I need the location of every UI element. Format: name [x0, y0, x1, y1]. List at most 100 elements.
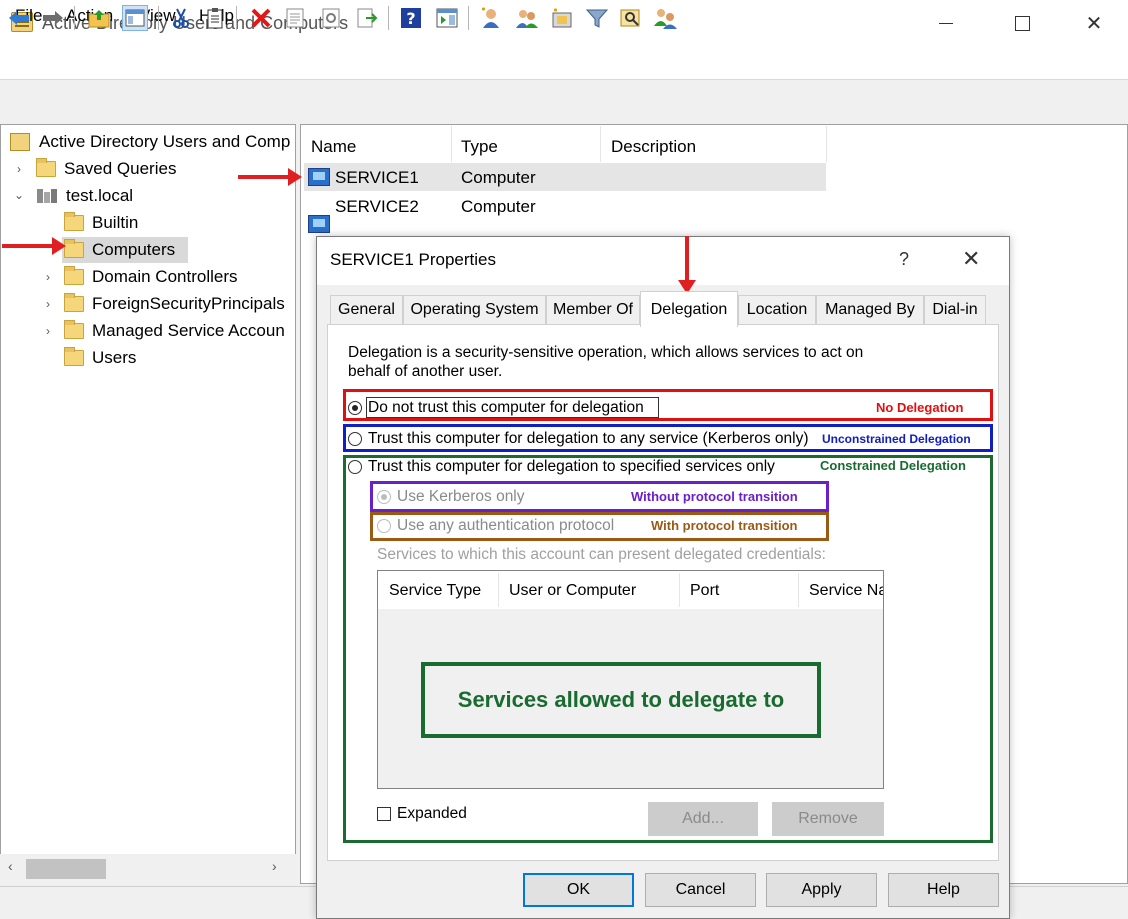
delegate-control-icon[interactable]	[652, 5, 678, 31]
column-separator[interactable]	[826, 126, 827, 162]
tree-item-users[interactable]: Users	[64, 345, 136, 371]
cut-icon[interactable]	[168, 5, 194, 31]
column-header-description[interactable]: Description	[611, 137, 696, 157]
row-name: SERVICE1	[335, 168, 419, 187]
annotation-arrow	[238, 168, 302, 186]
column-header-type[interactable]: Type	[461, 137, 498, 157]
tab-managed-by[interactable]: Managed By	[816, 295, 924, 325]
tab-general[interactable]: General	[330, 295, 403, 325]
show-action-pane-icon[interactable]	[434, 5, 460, 31]
folder-icon	[64, 239, 84, 258]
new-user-icon[interactable]	[478, 5, 504, 31]
maximize-button[interactable]	[986, 0, 1058, 46]
find-icon[interactable]	[618, 5, 644, 31]
refresh-icon[interactable]	[318, 5, 344, 31]
tree-item-label: Computers	[92, 240, 176, 259]
aduc-icon	[10, 133, 30, 151]
tab-dial-in[interactable]: Dial-in	[924, 295, 986, 325]
radio-trust-any[interactable]: Trust this computer for delegation to an…	[348, 430, 809, 448]
filter-icon[interactable]	[584, 5, 610, 31]
tree-item-builtin[interactable]: Builtin	[64, 210, 138, 236]
radio-label: Do not trust this computer for delegatio…	[368, 399, 644, 416]
row-type: Computer	[461, 197, 536, 216]
column-header-name[interactable]: Name	[311, 137, 356, 157]
toolbar-separator	[74, 6, 75, 30]
toolbar-separator	[468, 6, 469, 30]
checkbox[interactable]	[377, 807, 391, 821]
radio-button-selected[interactable]	[348, 401, 362, 415]
help-button[interactable]: Help	[888, 873, 999, 907]
column-separator[interactable]	[498, 573, 499, 607]
chevron-right-icon[interactable]: ›	[13, 162, 25, 176]
chevron-right-icon[interactable]: ›	[42, 270, 54, 284]
radio-button-disabled[interactable]	[377, 490, 391, 504]
annotation-label: With protocol transition	[651, 518, 798, 533]
folder-icon	[64, 293, 84, 312]
minimize-icon	[939, 22, 953, 24]
row-type: Computer	[461, 168, 536, 187]
scrollbar-thumb[interactable]	[26, 859, 106, 879]
column-header-port[interactable]: Port	[690, 582, 719, 600]
radio-kerberos-only[interactable]: Use Kerberos only	[377, 488, 525, 506]
radio-no-trust[interactable]: Do not trust this computer for delegatio…	[348, 399, 644, 417]
tree-item-domain-controllers[interactable]: Domain Controllers	[64, 264, 238, 290]
row-name: SERVICE2	[335, 197, 419, 216]
tree-item-managed-service-accounts[interactable]: Managed Service Accoun	[64, 318, 285, 344]
minimize-button[interactable]	[910, 0, 982, 46]
properties-icon[interactable]	[282, 5, 308, 31]
radio-button[interactable]	[348, 432, 362, 446]
tree-item-computers[interactable]: Computers	[64, 237, 175, 263]
dialog-help-button[interactable]: ?	[899, 249, 909, 270]
column-separator[interactable]	[798, 573, 799, 607]
radio-label: Trust this computer for delegation to sp…	[368, 458, 775, 475]
tab-member-of[interactable]: Member Of	[546, 295, 640, 325]
folder-icon	[36, 158, 56, 177]
ok-button[interactable]: OK	[523, 873, 634, 907]
radio-button-disabled[interactable]	[377, 519, 391, 533]
export-list-icon[interactable]	[354, 5, 380, 31]
column-separator[interactable]	[679, 573, 680, 607]
column-header-service-type[interactable]: Service Type	[389, 582, 481, 600]
back-arrow-icon[interactable]	[6, 5, 32, 31]
tree-item-saved-queries[interactable]: Saved Queries	[36, 156, 176, 182]
show-console-tree-icon[interactable]	[122, 5, 148, 31]
radio-trust-specified[interactable]: Trust this computer for delegation to sp…	[348, 458, 775, 476]
new-ou-icon[interactable]	[550, 5, 576, 31]
column-header-service-name[interactable]: Service Na	[809, 582, 883, 600]
column-header-user-or-computer[interactable]: User or Computer	[509, 582, 636, 600]
delete-icon[interactable]	[248, 5, 274, 31]
annotation-box-services-note: Services allowed to delegate to	[421, 662, 821, 738]
expanded-checkbox[interactable]: Expanded	[377, 805, 467, 823]
scroll-left-icon[interactable]: ‹	[8, 858, 13, 874]
tab-operating-system[interactable]: Operating System	[403, 295, 546, 325]
cancel-button[interactable]: Cancel	[645, 873, 756, 907]
dialog-close-icon[interactable]: ✕	[962, 246, 980, 272]
computer-icon	[308, 215, 330, 233]
remove-button[interactable]: Remove	[772, 802, 884, 836]
forward-arrow-icon[interactable]	[40, 5, 66, 31]
chevron-down-icon[interactable]: ⌄	[13, 188, 25, 202]
up-folder-icon[interactable]	[86, 5, 112, 31]
add-button[interactable]: Add...	[648, 802, 758, 836]
apply-button[interactable]: Apply	[766, 873, 877, 907]
column-separator[interactable]	[600, 126, 601, 162]
close-button[interactable]: ✕	[1058, 0, 1128, 46]
annotation-label: Constrained Delegation	[820, 458, 966, 473]
folder-icon	[64, 266, 84, 285]
tab-delegation[interactable]: Delegation	[640, 291, 738, 327]
annotation-arrow	[678, 236, 696, 294]
scroll-right-icon[interactable]: ›	[272, 858, 277, 874]
radio-button[interactable]	[348, 460, 362, 474]
help-icon[interactable]: ?	[398, 5, 424, 31]
tab-location[interactable]: Location	[738, 295, 816, 325]
tree-root[interactable]: Active Directory Users and Comp	[10, 129, 290, 155]
radio-any-protocol[interactable]: Use any authentication protocol	[377, 517, 614, 535]
copy-icon[interactable]	[202, 5, 228, 31]
tree-item-label: Users	[92, 348, 137, 367]
new-group-icon[interactable]	[514, 5, 540, 31]
chevron-right-icon[interactable]: ›	[42, 297, 54, 311]
column-separator[interactable]	[451, 126, 452, 162]
tree-item-foreign-security-principals[interactable]: ForeignSecurityPrincipals	[64, 291, 285, 317]
tree-item-test-local[interactable]: test.local	[36, 183, 133, 209]
chevron-right-icon[interactable]: ›	[42, 324, 54, 338]
